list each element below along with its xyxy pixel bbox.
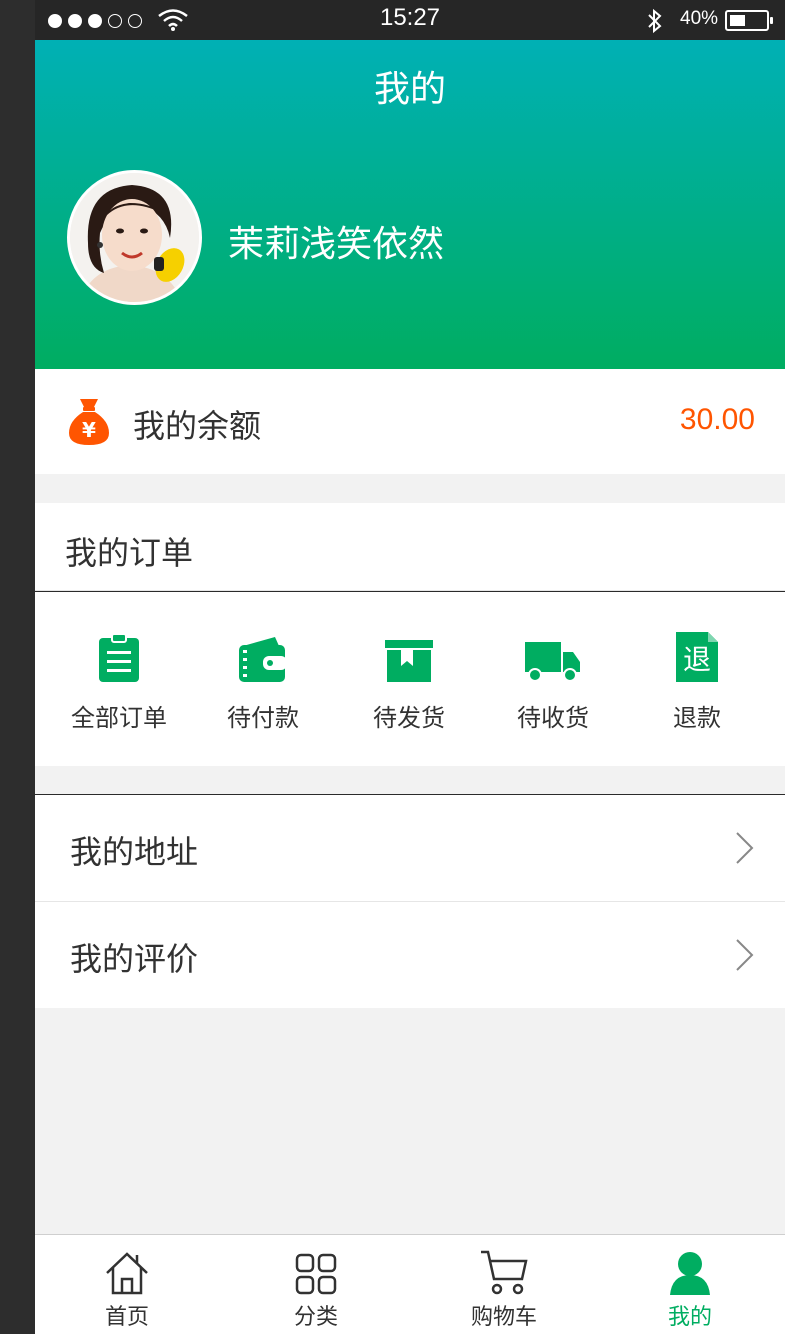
tab-bar: 首页 分类 购物车 我的 <box>35 1234 785 1334</box>
tab-category-label: 分类 <box>293 1305 338 1330</box>
menu-address-label: 我的地址 <box>70 833 199 871</box>
empty-area <box>35 1008 785 1234</box>
menu-review-label: 我的评价 <box>70 940 199 978</box>
bluetooth-icon <box>648 8 662 34</box>
chevron-right-icon <box>736 832 754 864</box>
tab-cart[interactable]: 购物车 <box>444 1245 564 1331</box>
order-refund-label: 退款 <box>673 704 721 732</box>
menu-review-row[interactable]: 我的评价 <box>35 902 785 1008</box>
refund-icon: 退 <box>676 632 718 682</box>
avatar-image <box>70 173 199 302</box>
clipboard-icon <box>99 634 139 682</box>
battery-icon <box>725 10 773 31</box>
svg-text:¥: ¥ <box>82 418 96 442</box>
tab-mine[interactable]: 我的 <box>630 1245 750 1331</box>
battery-percent: 40% <box>680 8 719 29</box>
section-gap <box>35 474 785 503</box>
tab-home[interactable]: 首页 <box>67 1245 187 1331</box>
order-unshipped-button[interactable]: 待发货 <box>339 630 479 733</box>
truck-icon <box>525 642 580 682</box>
balance-label: 我的余额 <box>133 407 262 445</box>
orders-shortcuts: 全部订单 待付款 待发货 待收货 退 退款 <box>35 592 785 766</box>
menu-address-row[interactable]: 我的地址 <box>35 795 785 901</box>
orders-header[interactable]: 我的订单 <box>35 503 785 591</box>
balance-row[interactable]: ¥ 我的余额 30.00 <box>35 369 785 474</box>
username: 茉莉浅笑依然 <box>228 224 445 265</box>
order-unreceived-label: 待收货 <box>517 704 589 732</box>
order-refund-button[interactable]: 退 退款 <box>627 630 767 733</box>
svg-text:退: 退 <box>683 643 711 676</box>
orders-title: 我的订单 <box>65 534 194 572</box>
user-icon <box>670 1252 710 1295</box>
avatar[interactable] <box>67 170 202 305</box>
chevron-right-icon <box>736 939 754 971</box>
order-all-label: 全部订单 <box>71 704 167 732</box>
home-icon <box>106 1252 148 1295</box>
page-title: 我的 <box>373 69 446 110</box>
profile-header: 我的 茉莉浅笑依然 <box>35 40 785 369</box>
status-time: 15:27 <box>379 4 441 31</box>
order-unpaid-label: 待付款 <box>227 704 299 732</box>
tab-category[interactable]: 分类 <box>256 1245 376 1331</box>
cart-icon <box>481 1250 528 1295</box>
status-bar: 15:27 40% <box>35 0 785 40</box>
balance-value: 30.00 <box>679 403 755 436</box>
money-bag-icon: ¥ <box>69 399 109 445</box>
grid-icon <box>295 1253 337 1295</box>
order-unshipped-label: 待发货 <box>373 704 445 732</box>
box-icon <box>385 640 433 682</box>
tab-cart-label: 购物车 <box>470 1305 537 1330</box>
tab-mine-label: 我的 <box>667 1305 712 1330</box>
order-unreceived-button[interactable]: 待收货 <box>483 630 623 733</box>
order-unpaid-button[interactable]: 待付款 <box>193 630 333 733</box>
section-gap <box>35 766 785 794</box>
order-all-button[interactable]: 全部订单 <box>49 630 189 733</box>
wallet-icon <box>239 637 287 682</box>
left-strip <box>0 0 35 1334</box>
tab-home-label: 首页 <box>104 1305 149 1330</box>
